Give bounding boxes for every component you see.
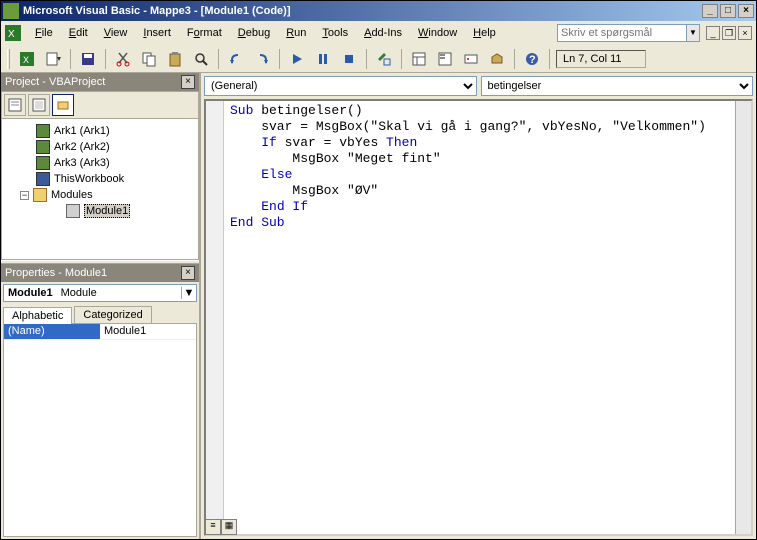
object-dropdown-button[interactable]: ▼ bbox=[181, 287, 196, 299]
project-tree[interactable]: Ark1 (Ark1) Ark2 (Ark2) Ark3 (Ark3) This… bbox=[2, 119, 198, 259]
design-mode-button[interactable] bbox=[373, 48, 395, 70]
menu-format[interactable]: Format bbox=[179, 25, 230, 41]
paste-button[interactable] bbox=[164, 48, 186, 70]
menu-run[interactable]: Run bbox=[278, 25, 314, 41]
properties-panel-close-button[interactable]: × bbox=[181, 266, 195, 280]
property-row-name[interactable]: (Name) Module1 bbox=[4, 324, 196, 340]
vertical-scrollbar[interactable] bbox=[735, 101, 751, 534]
window-title: Microsoft Visual Basic - Mappe3 - [Modul… bbox=[23, 5, 291, 17]
menu-file[interactable]: FFileile bbox=[27, 25, 61, 41]
tab-categorized[interactable]: Categorized bbox=[74, 306, 151, 323]
svg-text:X: X bbox=[8, 29, 15, 40]
cursor-position: Ln 7, Col 11 bbox=[556, 50, 646, 68]
worksheet-icon bbox=[36, 124, 50, 138]
worksheet-icon bbox=[36, 156, 50, 170]
code-text[interactable]: Sub betingelser() svar = MsgBox("Skal vi… bbox=[224, 101, 735, 534]
view-code-button[interactable] bbox=[4, 94, 26, 116]
tree-node-ark3[interactable]: Ark3 (Ark3) bbox=[6, 155, 194, 171]
full-module-view-button[interactable]: ▦ bbox=[221, 519, 237, 535]
ask-dropdown-button[interactable]: ▼ bbox=[687, 24, 700, 42]
toggle-folders-button[interactable] bbox=[52, 94, 74, 116]
procedure-view-button[interactable]: ≡ bbox=[205, 519, 221, 535]
toolbar-grip[interactable] bbox=[7, 49, 10, 69]
close-button[interactable]: × bbox=[738, 4, 754, 18]
project-explorer-button[interactable] bbox=[408, 48, 430, 70]
menu-view[interactable]: View bbox=[96, 25, 136, 41]
find-button[interactable] bbox=[190, 48, 212, 70]
break-button[interactable] bbox=[312, 48, 334, 70]
worksheet-icon bbox=[36, 140, 50, 154]
redo-button[interactable] bbox=[251, 48, 273, 70]
help-button[interactable]: ? bbox=[521, 48, 543, 70]
ask-question-input[interactable] bbox=[557, 24, 687, 42]
object-browser-button[interactable] bbox=[460, 48, 482, 70]
mdi-close-button[interactable]: × bbox=[738, 26, 752, 40]
mdi-restore-button[interactable]: ❐ bbox=[722, 26, 736, 40]
title-bar: Microsoft Visual Basic - Mappe3 - [Modul… bbox=[1, 1, 756, 21]
procedure-selector[interactable]: betingelser bbox=[481, 76, 754, 96]
toolbox-button[interactable] bbox=[486, 48, 508, 70]
menu-tools[interactable]: Tools bbox=[314, 25, 356, 41]
tree-node-modules-folder[interactable]: −Modules bbox=[6, 187, 194, 203]
tree-node-ark2[interactable]: Ark2 (Ark2) bbox=[6, 139, 194, 155]
app-icon bbox=[3, 3, 19, 19]
undo-button[interactable] bbox=[225, 48, 247, 70]
minimize-button[interactable]: _ bbox=[702, 4, 718, 18]
svg-text:?: ? bbox=[529, 54, 536, 66]
properties-object-selector[interactable]: Module1 Module ▼ bbox=[3, 284, 197, 302]
reset-button[interactable] bbox=[338, 48, 360, 70]
excel-icon: X bbox=[5, 25, 21, 41]
workbook-icon bbox=[36, 172, 50, 186]
code-margin[interactable] bbox=[206, 101, 224, 534]
standard-toolbar: X ? Ln 7, Col 11 bbox=[1, 45, 756, 73]
menu-insert[interactable]: Insert bbox=[135, 25, 179, 41]
run-button[interactable] bbox=[286, 48, 308, 70]
svg-text:X: X bbox=[23, 55, 29, 65]
object-selector[interactable]: (General) bbox=[204, 76, 477, 96]
menu-help[interactable]: Help bbox=[465, 25, 504, 41]
tree-node-module1[interactable]: Module1 bbox=[6, 203, 194, 219]
properties-grid[interactable]: (Name) Module1 bbox=[3, 323, 197, 537]
project-panel-title: Project - VBAProject × bbox=[1, 73, 199, 91]
code-editor[interactable]: Sub betingelser() svar = MsgBox("Skal vi… bbox=[204, 99, 753, 536]
menu-addins[interactable]: Add-Ins bbox=[356, 25, 410, 41]
tab-alphabetic[interactable]: Alphabetic bbox=[3, 307, 72, 324]
tree-node-thisworkbook[interactable]: ThisWorkbook bbox=[6, 171, 194, 187]
properties-button[interactable] bbox=[434, 48, 456, 70]
folder-icon bbox=[33, 188, 47, 202]
properties-panel-title: Properties - Module1 × bbox=[1, 264, 199, 282]
copy-button[interactable] bbox=[138, 48, 160, 70]
module-icon bbox=[66, 204, 80, 218]
menu-bar: X FFileile Edit View Insert Format Debug… bbox=[1, 21, 756, 45]
view-object-button[interactable] bbox=[28, 94, 50, 116]
tree-node-ark1[interactable]: Ark1 (Ark1) bbox=[6, 123, 194, 139]
save-button[interactable] bbox=[77, 48, 99, 70]
cut-button[interactable] bbox=[112, 48, 134, 70]
menu-debug[interactable]: Debug bbox=[230, 25, 278, 41]
insert-dropdown-button[interactable] bbox=[42, 48, 64, 70]
mdi-minimize-button[interactable]: _ bbox=[706, 26, 720, 40]
project-panel-close-button[interactable]: × bbox=[181, 75, 195, 89]
menu-window[interactable]: Window bbox=[410, 25, 465, 41]
view-excel-button[interactable]: X bbox=[16, 48, 38, 70]
menu-edit[interactable]: Edit bbox=[61, 25, 96, 41]
maximize-button[interactable]: □ bbox=[720, 4, 736, 18]
